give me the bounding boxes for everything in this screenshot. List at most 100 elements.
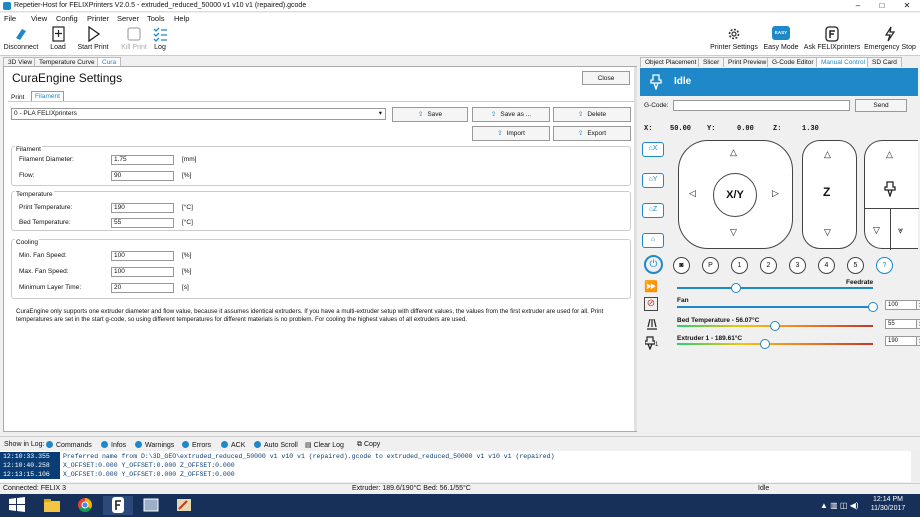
preset-4-button[interactable]: 4 xyxy=(818,257,835,274)
stepper-arrows-icon[interactable]: ▲▼ xyxy=(916,300,920,310)
tray-icons[interactable]: ▲ ▥ ◫ ◀) xyxy=(820,501,859,510)
filament-diameter-input[interactable]: 1.75 xyxy=(111,155,174,165)
delete-button[interactable]: ⇪ Delete xyxy=(553,107,631,122)
log-option-auto-scroll[interactable]: Auto Scroll xyxy=(254,441,298,449)
kill-print-button[interactable]: Kill Print xyxy=(119,26,149,51)
log-scrollbar[interactable] xyxy=(911,451,920,482)
window-app-icon[interactable] xyxy=(136,496,166,515)
gcode-input[interactable] xyxy=(673,100,850,111)
menu-file[interactable]: File xyxy=(4,14,16,23)
log-option-errors[interactable]: Errors xyxy=(182,441,211,449)
x-minus-arrow-icon[interactable]: ◁ xyxy=(689,188,696,199)
menu-printer[interactable]: Printer xyxy=(87,14,109,23)
y-plus-arrow-icon[interactable]: △ xyxy=(730,147,737,158)
print-temp-input[interactable]: 190 xyxy=(111,203,174,213)
fan-slider[interactable] xyxy=(677,302,878,312)
feedrate-slider[interactable] xyxy=(677,283,873,293)
help-button[interactable]: ? xyxy=(876,257,893,274)
menu-server[interactable]: Server xyxy=(117,14,139,23)
printer-settings-button[interactable]: Printer Settings xyxy=(708,26,760,51)
z-minus-arrow-icon[interactable]: ▽ xyxy=(824,227,831,238)
preset-5-button[interactable]: 5 xyxy=(847,257,864,274)
import-button[interactable]: ⇪ Import xyxy=(472,126,550,141)
minimize-button[interactable]: – xyxy=(846,0,870,12)
home-x-button[interactable]: ⌂X xyxy=(642,142,664,157)
retract-arrow-icon[interactable]: ▽ xyxy=(873,225,880,236)
min-fan-input[interactable]: 100 xyxy=(111,251,174,261)
stepper-arrows-icon[interactable]: ▲▼ xyxy=(916,336,920,346)
tab-gcode-editor[interactable]: G-Code Editor xyxy=(767,57,819,67)
max-fan-input[interactable]: 100 xyxy=(111,267,174,277)
xy-center-button[interactable]: X/Y xyxy=(713,173,757,217)
tab-slicer[interactable]: Slicer xyxy=(698,57,725,67)
send-button[interactable]: Send xyxy=(855,99,907,112)
power-icon[interactable]: ⏻ xyxy=(644,255,663,274)
export-button[interactable]: ⇪ Export xyxy=(553,126,631,141)
start-button[interactable] xyxy=(2,496,32,515)
feedrate-input[interactable]: 100▲▼ xyxy=(885,300,920,310)
bed-temperature-input[interactable]: 55▲▼ xyxy=(885,319,920,329)
save-as-button[interactable]: ⇪ Save as ... xyxy=(472,107,550,122)
maximize-button[interactable]: □ xyxy=(870,0,894,12)
preset-3-button[interactable]: 3 xyxy=(789,257,806,274)
menu-help[interactable]: Help xyxy=(174,14,189,23)
clear-log-button[interactable]: ▤ Clear Log xyxy=(305,441,344,449)
menu-tools[interactable]: Tools xyxy=(147,14,165,23)
easy-mode-button[interactable]: EASY Easy Mode xyxy=(762,26,800,51)
scrollbar[interactable] xyxy=(634,67,637,431)
home-y-button[interactable]: ⌂Y xyxy=(642,173,664,188)
retract-fast-arrow-icon[interactable]: ⩔ xyxy=(898,225,903,236)
log-option-warnings[interactable]: Warnings xyxy=(135,441,174,449)
emergency-stop-button[interactable]: Emergency Stop xyxy=(863,26,917,51)
load-button[interactable]: Load xyxy=(47,26,69,51)
stepper-arrows-icon[interactable]: ▲▼ xyxy=(916,319,920,329)
tab-object-placement[interactable]: Object Placement xyxy=(640,57,702,67)
camera-button[interactable]: ◙ xyxy=(673,257,690,274)
flow-input[interactable]: 90 xyxy=(111,171,174,181)
log-option-commands[interactable]: Commands xyxy=(46,441,92,449)
preset-2-button[interactable]: 2 xyxy=(760,257,777,274)
tab-print-preview[interactable]: Print Preview xyxy=(723,57,772,67)
preset-1-button[interactable]: 1 xyxy=(731,257,748,274)
bed-temperature-slider-knob[interactable] xyxy=(770,321,780,331)
x-plus-arrow-icon[interactable]: ▷ xyxy=(772,188,779,199)
save-button[interactable]: ⇪ Save xyxy=(392,107,468,122)
z-jog-pad[interactable]: △ ▽ Z xyxy=(802,140,857,249)
extruder-temperature-slider[interactable] xyxy=(677,339,873,349)
felix-app-icon[interactable] xyxy=(103,496,133,515)
log-option-ack[interactable]: ACK xyxy=(221,441,245,449)
close-button[interactable]: ✕ xyxy=(895,0,919,12)
feedrate-slider-knob[interactable] xyxy=(730,283,741,293)
extrude-up-arrow-icon[interactable]: △ xyxy=(886,149,893,160)
extruder-temperature-slider-knob[interactable] xyxy=(760,339,771,349)
subtab-print[interactable]: Print xyxy=(11,94,24,101)
subtab-filament[interactable]: Filament xyxy=(31,91,64,101)
log-button[interactable]: Log xyxy=(151,26,169,51)
bed-temperature-slider[interactable] xyxy=(677,321,873,331)
min-layer-time-input[interactable]: 20 xyxy=(111,283,174,293)
park-button[interactable]: P xyxy=(702,257,719,274)
extruder-temperature-input[interactable]: 190▲▼ xyxy=(885,336,920,346)
fan-off-icon[interactable]: ⊘ xyxy=(644,297,658,311)
copy-log-button[interactable]: ⧉ Copy xyxy=(357,441,380,449)
chrome-icon[interactable] xyxy=(70,496,100,515)
profile-select[interactable]: 0 - PLA FELIXprinters ▾ xyxy=(11,108,386,120)
home-z-button[interactable]: ⌂Z xyxy=(642,203,664,218)
bed-temp-input[interactable]: 55 xyxy=(111,218,174,228)
home-all-button[interactable]: ⌂ xyxy=(642,233,664,248)
log-option-infos[interactable]: Infos xyxy=(101,441,126,449)
ask-felix-button[interactable]: Ask FELIXprinters xyxy=(803,26,861,51)
xy-jog-pad[interactable]: △ ▽ ◁ ▷ X/Y xyxy=(678,140,793,249)
paint-app-icon[interactable] xyxy=(169,496,199,515)
fan-slider-knob[interactable] xyxy=(868,302,878,312)
start-print-button[interactable]: Start Print xyxy=(76,25,110,51)
extruder-jog-pad[interactable]: △ ▽ ⩔ xyxy=(864,140,919,250)
menu-config[interactable]: Config xyxy=(56,14,78,23)
tab-manual-control[interactable]: Manual Control xyxy=(816,57,871,67)
close-panel-button[interactable]: Close xyxy=(582,71,630,85)
file-explorer-icon[interactable] xyxy=(37,496,67,515)
y-minus-arrow-icon[interactable]: ▽ xyxy=(730,227,737,238)
disconnect-button[interactable]: Disconnect xyxy=(2,26,40,51)
tab-sd-card[interactable]: SD Card xyxy=(867,57,902,67)
z-plus-arrow-icon[interactable]: △ xyxy=(824,149,831,160)
